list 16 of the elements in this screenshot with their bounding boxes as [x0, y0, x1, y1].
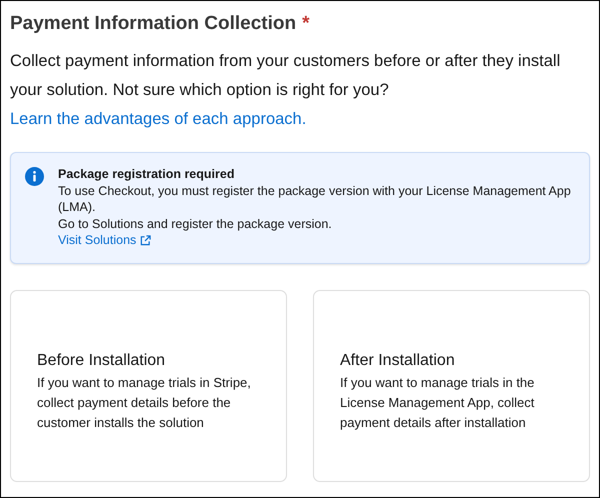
- option-description: If you want to manage trials in the License Management App, collect payment details after installation: [340, 374, 536, 432]
- intro-paragraph: Collect payment information from your customers before or after they install your solution. Not sure which option is right for you? Learn the advantages of each approach.: [10, 51, 562, 130]
- alert-text: Go to Solutions and register the package version.: [58, 216, 333, 232]
- info-icon: [25, 167, 44, 186]
- required-mark: *: [302, 13, 310, 35]
- alert-title: Package registration required: [58, 166, 236, 182]
- advantages-link[interactable]: Learn the advantages of each approach.: [10, 110, 306, 128]
- option-description: If you want to manage trials in Stripe, collect payment details before the customer installs the solution: [37, 374, 252, 432]
- option-title: Before Installation: [37, 352, 166, 370]
- option-title: After Installation: [340, 352, 456, 370]
- option-card[interactable]: Before Installation If you want to manage trials in Stripe, collect payment details before the customer installs the solution: [10, 290, 287, 482]
- option-card[interactable]: After Installation If you want to manage trials in the License Management App, collect payment details after installation: [313, 290, 590, 482]
- visit-solutions-link[interactable]: Visit Solutions: [58, 232, 152, 248]
- external-link-icon: [140, 234, 152, 246]
- section-title: Payment Information Collection: [10, 13, 296, 35]
- alert-text: To use Checkout, you must register the package version with your License Management App (LMA).: [58, 182, 572, 216]
